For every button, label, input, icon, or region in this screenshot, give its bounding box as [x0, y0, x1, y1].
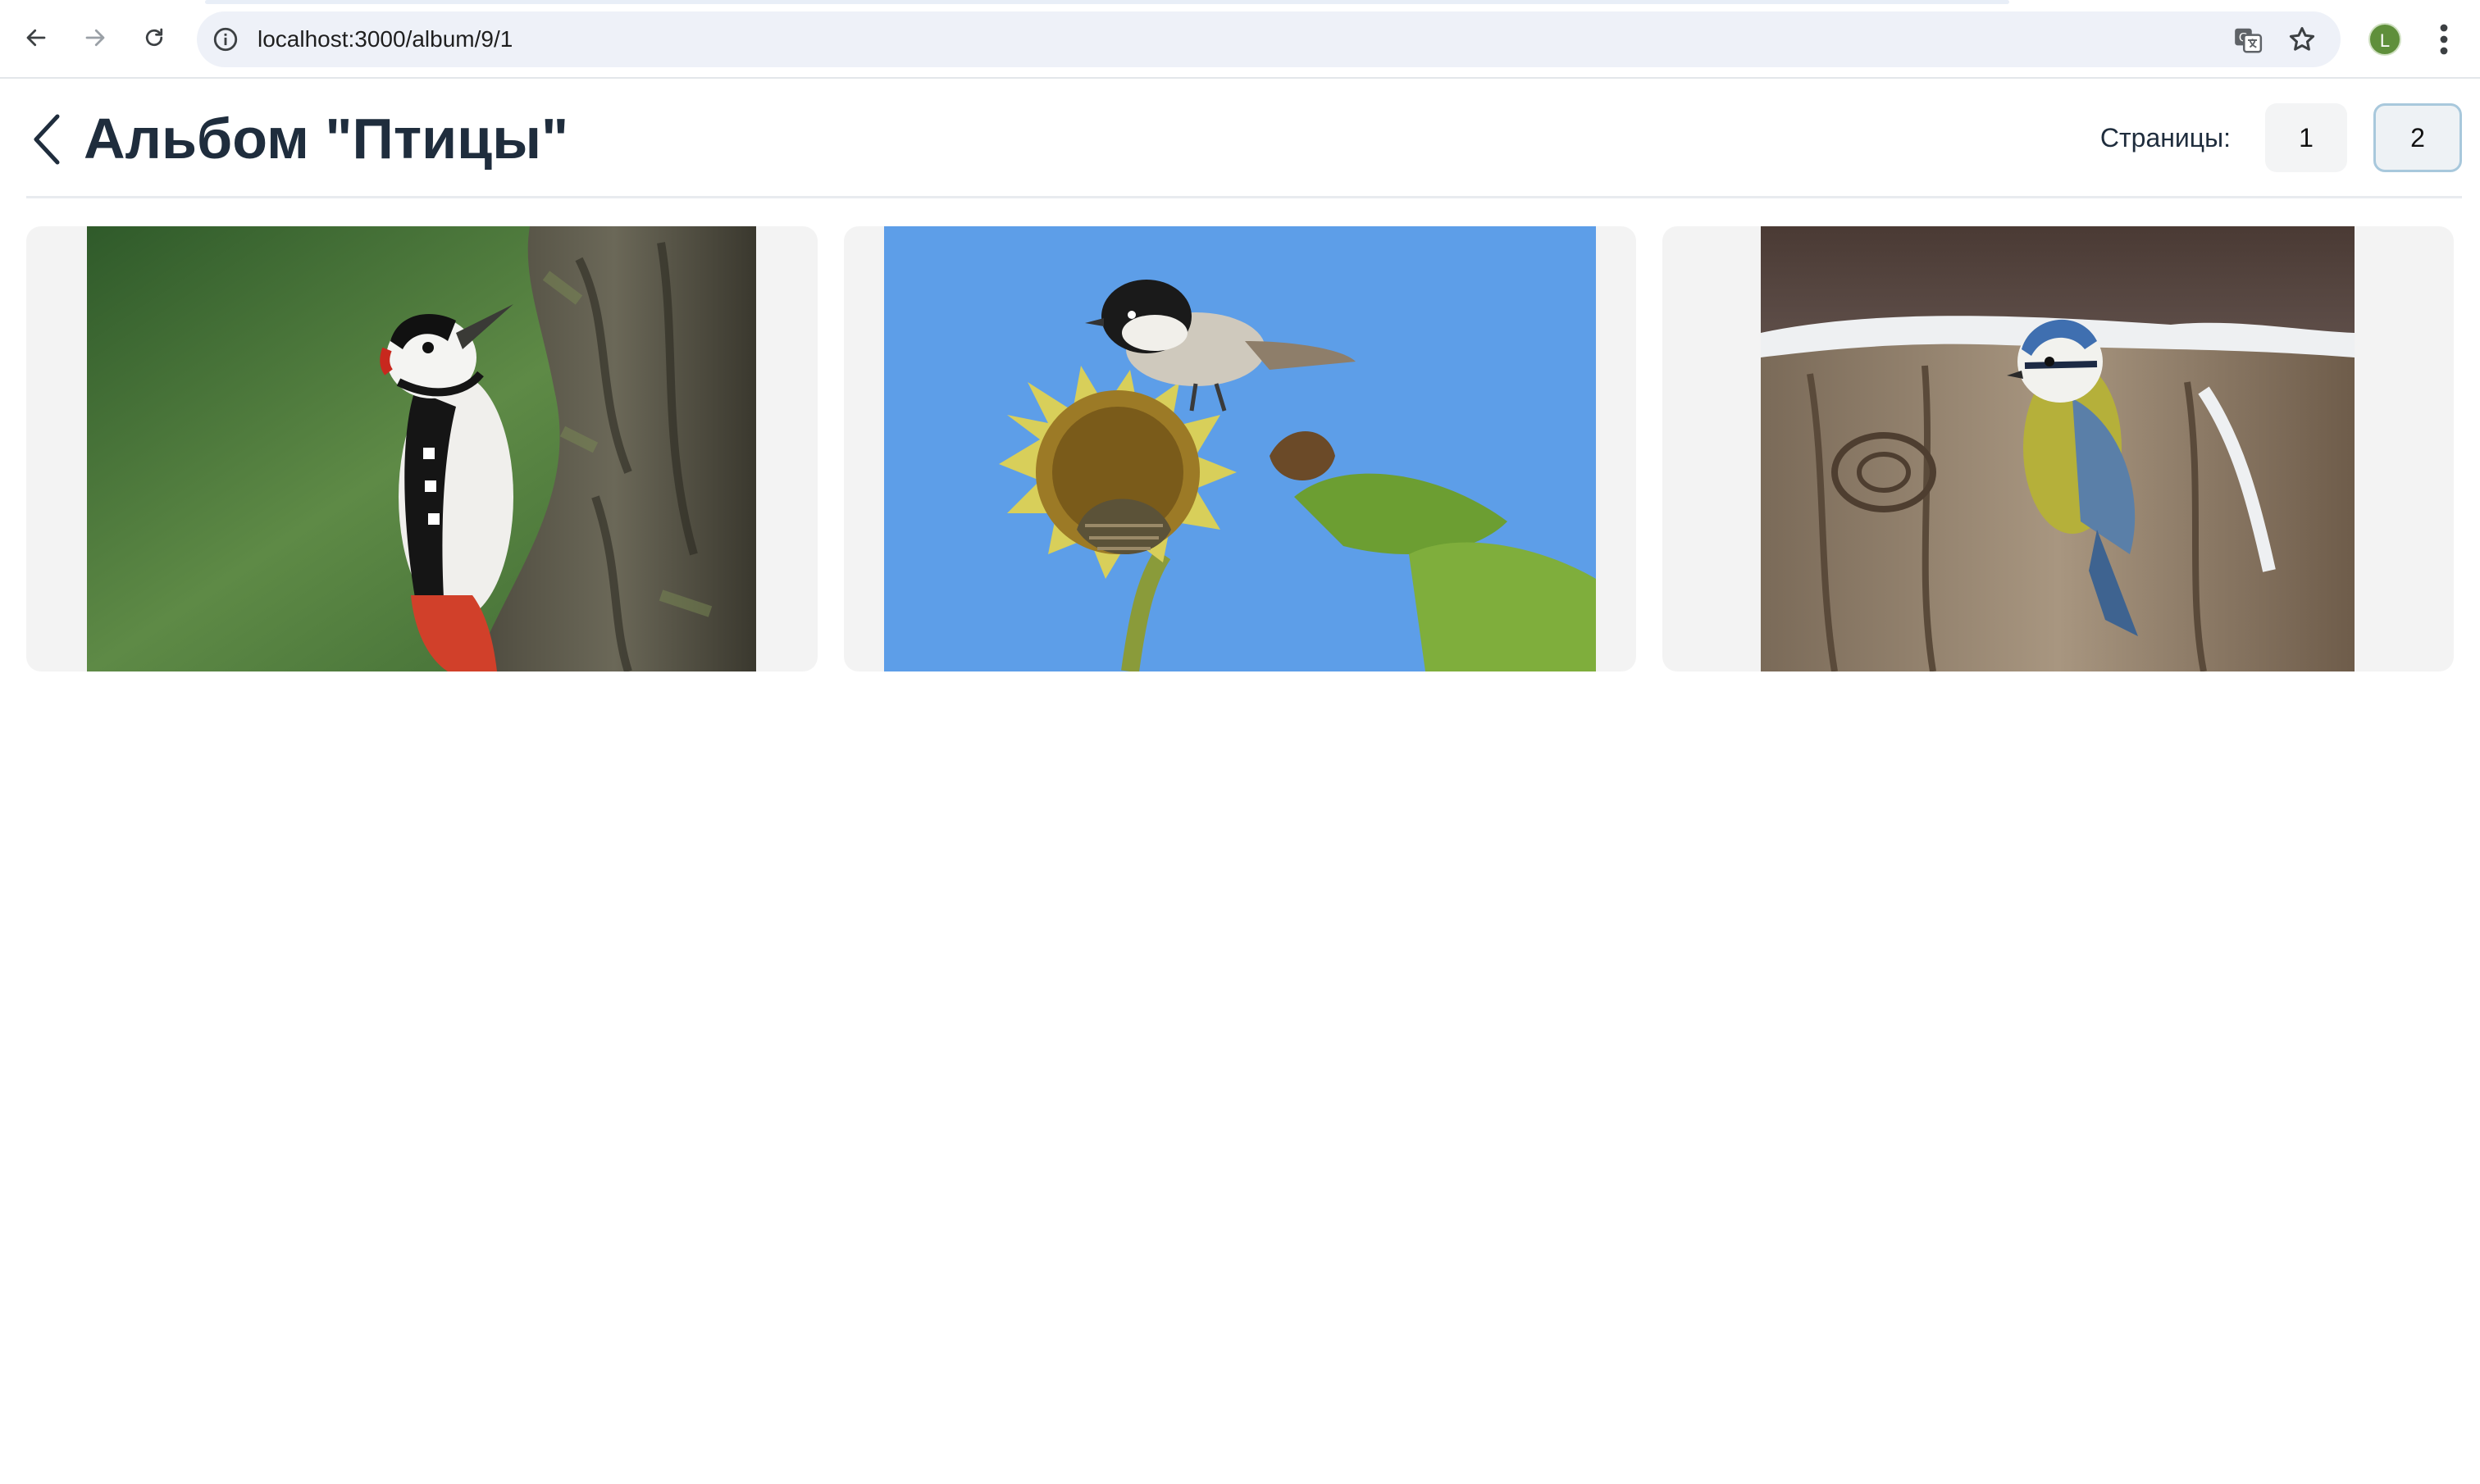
- chevron-left-icon: [34, 114, 60, 165]
- url-text[interactable]: localhost:3000/album/9/1: [258, 11, 513, 67]
- translate-icon[interactable]: G: [2232, 25, 2263, 56]
- page-button-2-active[interactable]: 2: [2373, 103, 2462, 172]
- woodpecker-photo: [87, 226, 756, 671]
- page-button-1[interactable]: 1: [2265, 103, 2347, 172]
- kebab-menu-icon[interactable]: [2428, 20, 2460, 59]
- photo-card-tit-sunflower[interactable]: [844, 226, 1636, 671]
- tit-sunflower-photo: [884, 226, 1596, 671]
- reload-icon: [145, 28, 163, 47]
- photo-card-blue-tit[interactable]: [1662, 226, 2454, 671]
- blue-tit-photo: [1761, 226, 2355, 671]
- address-bar[interactable]: localhost:3000/album/9/1 G: [197, 11, 2341, 67]
- album-header: Альбом "Птицы" Страницы: 1 2: [26, 80, 2462, 198]
- page-title: Альбом "Птицы": [84, 107, 569, 171]
- back-button[interactable]: [26, 110, 67, 169]
- photo-card-woodpecker[interactable]: [26, 226, 818, 671]
- browser-toolbar: localhost:3000/album/9/1 G L: [0, 0, 2480, 79]
- profile-avatar[interactable]: L: [2368, 23, 2401, 56]
- pagination-label: Страницы:: [2099, 123, 2231, 152]
- site-info-icon[interactable]: [212, 25, 239, 53]
- reload-button[interactable]: [133, 16, 176, 59]
- arrow-left-icon: [26, 29, 46, 47]
- bookmark-star-icon[interactable]: [2286, 24, 2318, 55]
- forward-nav-button[interactable]: [74, 16, 116, 59]
- tab-loading-bar: [205, 0, 2009, 4]
- arrow-right-icon: [85, 29, 105, 47]
- back-nav-button[interactable]: [15, 16, 57, 59]
